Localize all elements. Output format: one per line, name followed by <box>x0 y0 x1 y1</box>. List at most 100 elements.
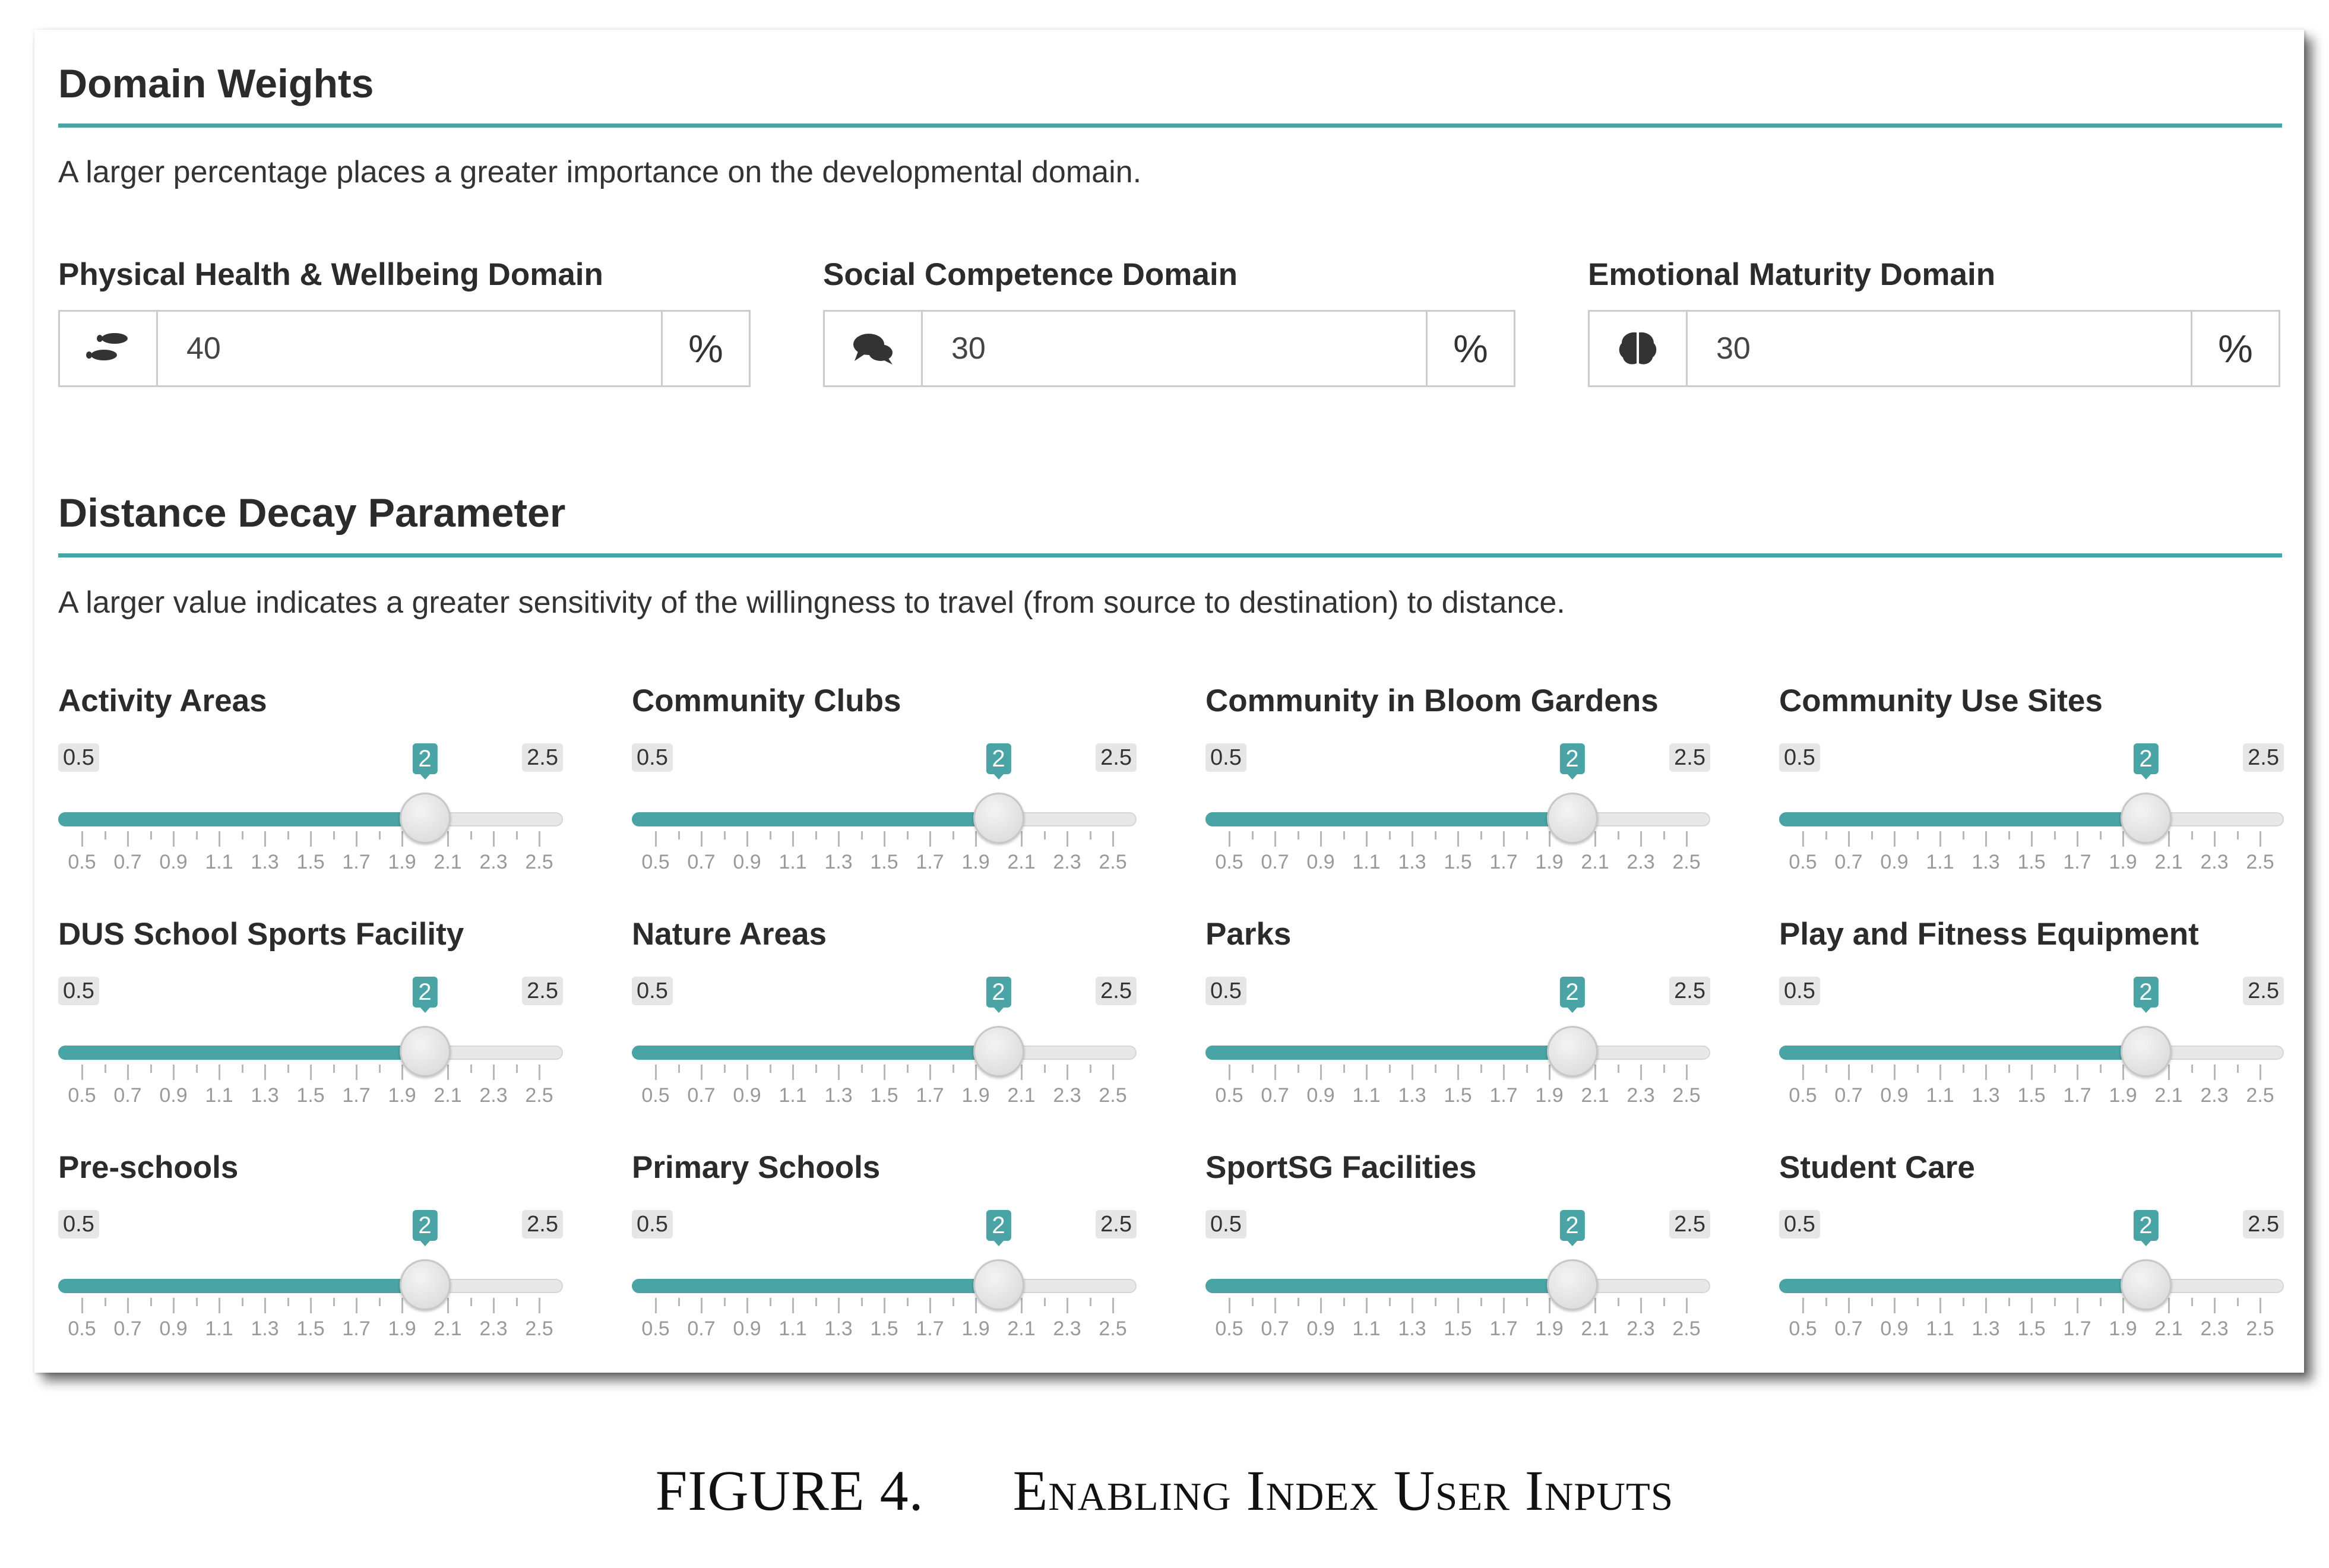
slider-community-clubs[interactable]: Community Clubs 0.5 2.5 2 0.5 0.7 0.9 1.1 1.3 1.5… <box>632 683 1137 879</box>
slider-label: Primary Schools <box>632 1150 881 1185</box>
slider-thumb[interactable] <box>973 1026 1024 1077</box>
social-competence-label: Social Competence Domain <box>823 257 1238 292</box>
slider-thumb[interactable] <box>1546 1259 1598 1310</box>
slider-tick <box>1412 831 1413 847</box>
slider-tick-minor <box>1617 1065 1619 1073</box>
slider-thumb[interactable] <box>2120 1026 2172 1077</box>
slider-thumb[interactable] <box>399 793 451 844</box>
domain-weights-title: Domain Weights <box>58 61 374 106</box>
slider-min-label: 0.5 <box>632 743 673 772</box>
slider-tick <box>2214 1298 2216 1313</box>
slider-tick <box>356 831 357 847</box>
slider-primary-schools[interactable]: Primary Schools 0.5 2.5 2 0.5 0.7 0.9 1.1 1.3 1.5… <box>632 1149 1137 1345</box>
slider-community-in-bloom-gardens[interactable]: Community in Bloom Gardens 0.5 2.5 2 0.5 0.7 0… <box>1205 683 1710 879</box>
slider-thumb[interactable] <box>1546 1026 1598 1077</box>
slider-tick <box>975 831 977 847</box>
slider-nature-areas[interactable]: Nature Areas 0.5 2.5 2 0.5 0.7 0.9 1.1 1.3 1.5 1.7… <box>632 916 1137 1112</box>
slider-thumb[interactable] <box>399 1026 451 1077</box>
slider-tick-label: 0.7 <box>1834 1084 1863 1107</box>
physical-health-input[interactable] <box>158 312 661 385</box>
slider-tick-label: 2.3 <box>2200 1317 2229 1340</box>
slider-tick-label: 0.7 <box>687 851 716 873</box>
slider-thumb[interactable] <box>399 1259 451 1310</box>
slider-tick <box>264 1298 266 1313</box>
slider-tick-label: 1.1 <box>1352 851 1381 873</box>
slider-tick-label: 1.3 <box>824 851 853 873</box>
slider-tick <box>1366 1298 1368 1313</box>
slider-tick-minor <box>515 831 518 840</box>
slider-tick-minor <box>2053 831 2056 840</box>
slider-tick-minor <box>1089 1065 1091 1073</box>
slider-tick-label: 1.5 <box>870 851 898 873</box>
slider-play-and-fitness-equipment[interactable]: Play and Fitness Equipment 0.5 2.5 2 0.5 0.7 0… <box>1779 916 2284 1112</box>
slider-tick-label: 1.9 <box>1535 1317 1564 1340</box>
slider-tick-minor <box>333 1065 335 1073</box>
slider-thumb[interactable] <box>973 1259 1024 1310</box>
slider-tick-label: 1.5 <box>2017 1317 2046 1340</box>
slider-activity-areas[interactable]: Activity Areas 0.5 2.5 2 0.5 0.7 0.9 1.1 1.3 1.5 1… <box>58 683 563 879</box>
slider-tick-minor <box>1251 1298 1254 1306</box>
slider-max-label: 2.5 <box>522 1210 563 1238</box>
slider-tick <box>1320 1298 1322 1313</box>
slider-thumb[interactable] <box>1546 793 1598 844</box>
slider-tick <box>1274 1298 1276 1313</box>
slider-tick <box>1985 1065 1987 1080</box>
slider-tick-label: 1.1 <box>779 1084 807 1107</box>
slider-thumb[interactable] <box>2120 1259 2172 1310</box>
slider-tick <box>1985 1298 1987 1313</box>
slider-sportsg-facilities[interactable]: SportSG Facilities 0.5 2.5 2 0.5 0.7 0.9 1.1 1.3… <box>1205 1149 1710 1345</box>
slider-tick-minor <box>1480 1298 1482 1306</box>
slider-max-label: 2.5 <box>1096 977 1137 1005</box>
slider-tick <box>2214 831 2216 847</box>
physical-health-label: Physical Health & Wellbeing Domain <box>58 257 603 292</box>
slider-tick-label: 1.7 <box>916 1317 944 1340</box>
slider-min-label: 0.5 <box>1205 977 1246 1005</box>
slider-tick-label: 1.7 <box>916 851 944 873</box>
slider-min-label: 0.5 <box>1779 1210 1820 1238</box>
slider-tick-label: 0.7 <box>687 1317 716 1340</box>
slider-tick <box>1549 1298 1550 1313</box>
social-competence-input[interactable] <box>923 312 1426 385</box>
slider-tick-minor <box>1043 1298 1046 1306</box>
figure-number: FIGURE 4. <box>655 1459 924 1522</box>
slider-tick-label: 0.5 <box>1789 1084 1817 1107</box>
slider-tick-label: 1.7 <box>2063 1084 2091 1107</box>
slider-tick <box>401 831 403 847</box>
slider-tick <box>975 1298 977 1313</box>
slider-tick <box>1112 1298 1114 1313</box>
slider-tick-label: 1.7 <box>2063 1317 2091 1340</box>
slider-tick <box>2077 831 2078 847</box>
slider-dus-school-sports-facility[interactable]: DUS School Sports Facility 0.5 2.5 2 0.5 0.7 0… <box>58 916 563 1112</box>
slider-tick-label: 0.5 <box>1215 851 1243 873</box>
physical-health-input-group: % <box>58 310 751 387</box>
slider-thumb[interactable] <box>2120 793 2172 844</box>
social-competence-input-group: % <box>823 310 1515 387</box>
slider-tick-minor <box>1089 1298 1091 1306</box>
slider-tick-minor <box>1526 1298 1528 1306</box>
slider-tick-label: 1.5 <box>296 851 325 873</box>
slider-tick-minor <box>1871 1065 1873 1073</box>
slider-tick-minor <box>2191 831 2193 840</box>
slider-parks[interactable]: Parks 0.5 2.5 2 0.5 0.7 0.9 1.1 1.3 1.5 1.7 1.9 2.1 2… <box>1205 916 1710 1112</box>
slider-thumb[interactable] <box>973 793 1024 844</box>
footprints-icon <box>60 312 158 385</box>
slider-tick-minor <box>2236 831 2239 840</box>
slider-tick-minor <box>287 1298 289 1306</box>
slider-community-use-sites[interactable]: Community Use Sites 0.5 2.5 2 0.5 0.7 0.9 1.1 1.… <box>1779 683 2284 879</box>
slider-tick-label: 2.1 <box>433 1084 462 1107</box>
slider-tick-minor <box>2099 831 2102 840</box>
slider-tick-label: 0.5 <box>641 1317 670 1340</box>
slider-tick <box>447 831 449 847</box>
slider-value-tag: 2 <box>986 1210 1011 1246</box>
slider-pre-schools[interactable]: Pre-schools 0.5 2.5 2 0.5 0.7 0.9 1.1 1.3 1.5 1.7 1… <box>58 1149 563 1345</box>
slider-tick <box>655 831 657 847</box>
slider-tick-minor <box>1388 1065 1391 1073</box>
slider-tick <box>2031 1298 2033 1313</box>
slider-tick <box>356 1065 357 1080</box>
emotional-maturity-input[interactable] <box>1688 312 2191 385</box>
slider-student-care[interactable]: Student Care 0.5 2.5 2 0.5 0.7 0.9 1.1 1.3 1.5 1.7… <box>1779 1149 2284 1345</box>
slider-tick <box>1457 1065 1459 1080</box>
slider-tick-minor <box>195 831 198 840</box>
slider-tick-label: 0.9 <box>733 1317 761 1340</box>
slider-tick-label: 1.3 <box>1972 851 2000 873</box>
